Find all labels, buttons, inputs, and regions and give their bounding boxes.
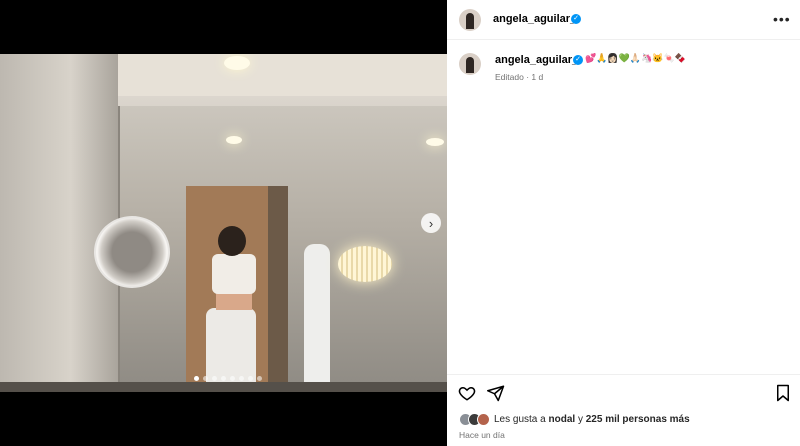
caption-text: 💕🙏👩🏻💚🙏🏻🦄🐱🍬🍫	[585, 53, 686, 63]
post-actions: Les gusta a nodal y 225 mil personas más…	[447, 374, 800, 446]
heart-icon[interactable]	[458, 384, 476, 402]
others-likes-link[interactable]: 225 mil personas más	[586, 414, 690, 425]
verified-icon: ✓	[573, 55, 583, 65]
chevron-right-icon: ›	[428, 215, 434, 231]
edited-label: Editado · 1 d	[495, 72, 544, 82]
likes-summary[interactable]: Les gusta a nodal y 225 mil personas más	[459, 413, 690, 426]
carousel-dot	[248, 376, 253, 381]
caption-avatar[interactable]	[459, 53, 481, 75]
carousel-dot	[203, 376, 208, 381]
carousel-dot	[239, 376, 244, 381]
post-media: ›	[0, 0, 447, 446]
carousel-dot	[212, 376, 217, 381]
verified-icon: ✓	[571, 14, 581, 24]
avatar	[477, 413, 490, 426]
first-liker-link[interactable]: nodal	[549, 414, 576, 425]
carousel-dots	[194, 376, 262, 381]
next-image-button[interactable]: ›	[421, 213, 441, 233]
avatar[interactable]	[459, 9, 481, 31]
carousel-dot	[230, 376, 235, 381]
post-image[interactable]	[0, 54, 447, 392]
header-username[interactable]: angela_aguilar_	[493, 13, 576, 25]
post-panel: angela_aguilar_ ✓ ••• angela_aguilar_ ✓ …	[447, 0, 800, 446]
carousel-dot	[194, 376, 199, 381]
bookmark-icon[interactable]	[775, 384, 791, 402]
caption-username[interactable]: angela_aguilar_	[495, 54, 578, 66]
post-timestamp[interactable]: Hace un día	[459, 430, 505, 440]
post-header: angela_aguilar_ ✓ •••	[447, 0, 800, 40]
carousel-dot	[257, 376, 262, 381]
more-horizontal-icon[interactable]: •••	[773, 11, 791, 27]
send-icon[interactable]	[487, 384, 505, 402]
likes-text: Les gusta a nodal y 225 mil personas más	[494, 414, 690, 425]
carousel-dot	[221, 376, 226, 381]
